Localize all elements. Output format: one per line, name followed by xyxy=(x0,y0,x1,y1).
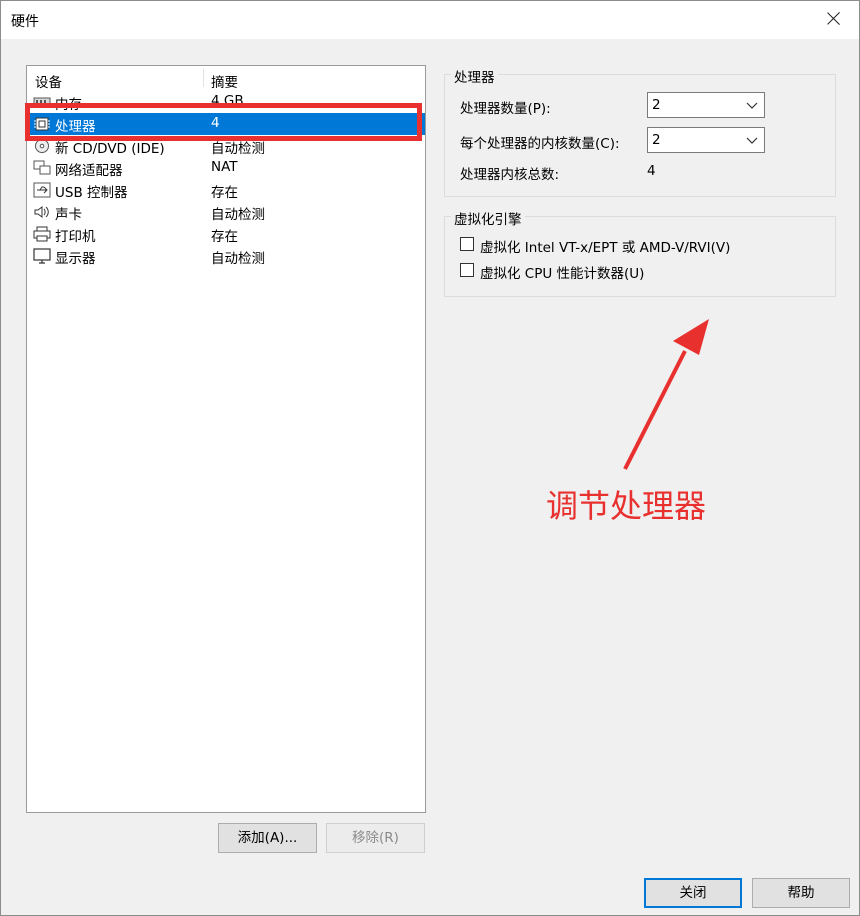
network-adapter-icon xyxy=(33,160,51,175)
device-row-cd-dvd[interactable]: 新 CD/DVD (IDE) 自动检测 xyxy=(27,135,425,157)
help-button[interactable]: 帮助 xyxy=(752,878,850,908)
device-summary: 存在 xyxy=(211,185,238,201)
total-cores-value: 4 xyxy=(647,163,656,179)
processor-group-title: 处理器 xyxy=(451,66,498,86)
device-row-network-adapter[interactable]: 网络适配器 NAT xyxy=(27,157,425,179)
processor-count-select[interactable]: 2 xyxy=(647,92,765,118)
virtualize-cpu-counters-label[interactable]: 虚拟化 CPU 性能计数器(U) xyxy=(480,262,644,282)
cores-per-processor-select[interactable]: 2 xyxy=(647,127,765,153)
device-name: 网络适配器 xyxy=(55,163,123,179)
virtualize-cpu-counters-checkbox[interactable] xyxy=(460,263,474,277)
device-row-sound-card[interactable]: 声卡 自动检测 xyxy=(27,201,425,223)
device-summary: 自动检测 xyxy=(211,251,265,267)
device-summary: 4 GB xyxy=(211,93,244,109)
processor-icon xyxy=(34,117,50,131)
chevron-down-icon xyxy=(746,102,758,109)
device-name: 显示器 xyxy=(55,251,96,267)
device-summary: NAT xyxy=(211,159,238,175)
device-name: 打印机 xyxy=(55,229,96,245)
cd-dvd-icon xyxy=(35,139,49,153)
total-cores-label: 处理器内核总数: xyxy=(460,167,560,183)
chevron-down-icon xyxy=(746,137,758,144)
printer-icon xyxy=(33,226,51,242)
device-name: 处理器 xyxy=(55,119,96,135)
virtualization-group: 虚拟化引擎 xyxy=(444,208,836,297)
virtualize-vtx-label[interactable]: 虚拟化 Intel VT-x/EPT 或 AMD-V/RVI(V) xyxy=(480,236,730,256)
device-summary: 4 xyxy=(211,115,220,131)
device-name: 声卡 xyxy=(55,207,82,223)
device-row-usb-controller[interactable]: USB 控制器 存在 xyxy=(27,179,425,201)
device-row-display[interactable]: 显示器 自动检测 xyxy=(27,245,425,267)
device-name: 内存 xyxy=(55,97,82,113)
virtualization-group-title: 虚拟化引擎 xyxy=(451,208,525,228)
device-list[interactable]: 设备 摘要 内存 4 GB 处理器 4 新 CD/DVD (IDE) 自动检测 … xyxy=(26,65,426,813)
device-row-memory[interactable]: 内存 4 GB xyxy=(27,91,425,113)
processor-count-value: 2 xyxy=(652,97,661,113)
close-icon[interactable] xyxy=(823,8,845,30)
column-separator[interactable] xyxy=(203,69,204,87)
remove-button[interactable]: 移除(R) xyxy=(326,823,425,853)
cores-per-processor-label: 每个处理器的内核数量(C): xyxy=(460,136,620,152)
device-summary: 自动检测 xyxy=(211,141,265,157)
window-title: 硬件 xyxy=(11,14,39,30)
processor-count-label: 处理器数量(P): xyxy=(460,101,551,117)
device-row-printer[interactable]: 打印机 存在 xyxy=(27,223,425,245)
usb-icon xyxy=(33,182,51,198)
annotation-arrow-icon xyxy=(623,319,709,470)
device-summary: 自动检测 xyxy=(211,207,265,223)
cores-per-processor-value: 2 xyxy=(652,132,661,148)
memory-icon xyxy=(33,97,51,107)
title-bar: 硬件 xyxy=(1,1,859,39)
hardware-dialog: 硬件 设备 摘要 内存 4 GB 处理器 4 新 CD/DVD (IDE) 自动… xyxy=(0,0,860,916)
virtualize-vtx-checkbox[interactable] xyxy=(460,237,474,251)
annotation-text: 调节处理器 xyxy=(546,487,707,525)
device-name: 新 CD/DVD (IDE) xyxy=(55,141,165,157)
device-list-header: 设备 摘要 xyxy=(27,66,425,91)
device-summary: 存在 xyxy=(211,229,238,245)
device-name: USB 控制器 xyxy=(55,185,128,201)
close-button[interactable]: 关闭 xyxy=(644,878,742,908)
add-button[interactable]: 添加(A)... xyxy=(218,823,317,853)
display-icon xyxy=(33,248,51,264)
device-row-processor[interactable]: 处理器 4 xyxy=(27,113,425,135)
sound-card-icon xyxy=(34,206,49,218)
column-header-device[interactable]: 设备 xyxy=(35,71,62,91)
column-header-summary[interactable]: 摘要 xyxy=(211,71,238,91)
